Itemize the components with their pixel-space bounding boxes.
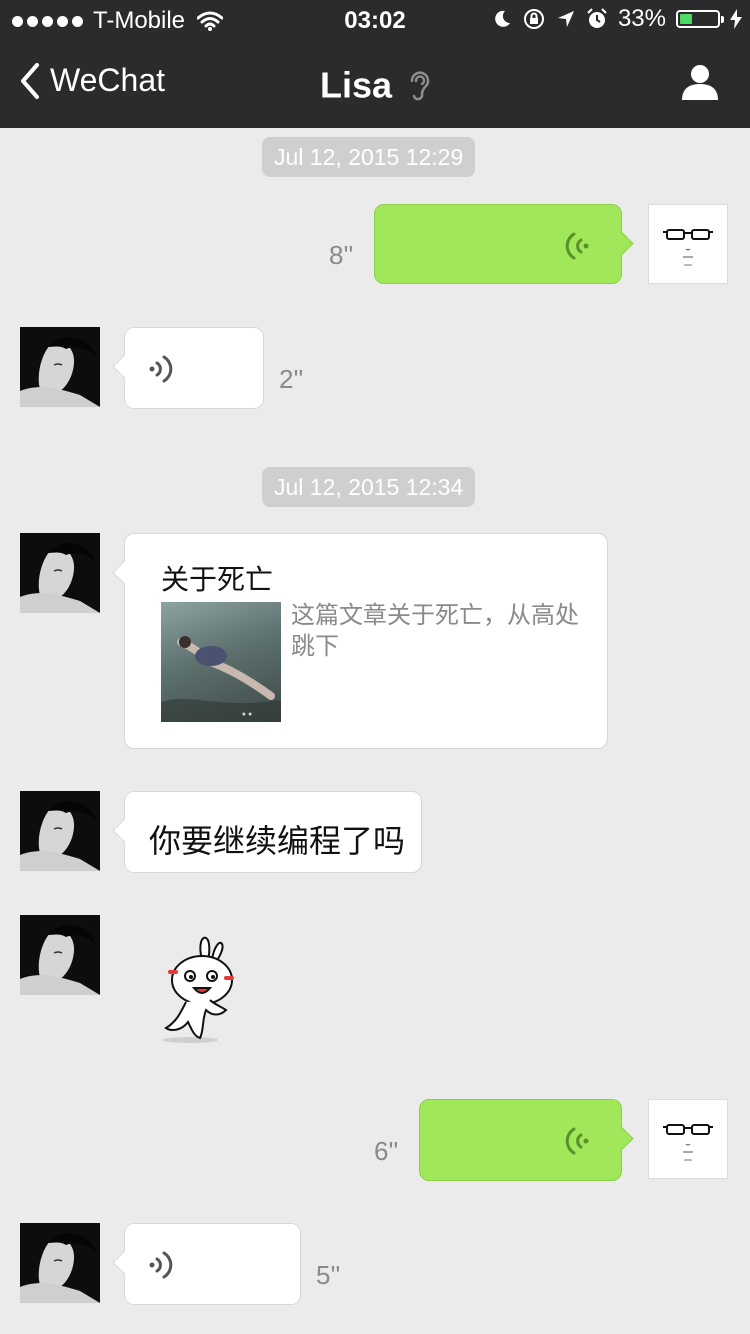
- article-description: 这篇文章关于死亡，从高处跳下: [291, 602, 579, 660]
- earpiece-icon: [410, 71, 430, 101]
- timestamp: Jul 12, 2015 12:29: [262, 137, 476, 177]
- rabbit-sticker[interactable]: [150, 930, 250, 1045]
- received-text-message[interactable]: 你要继续编程了吗: [112, 791, 422, 873]
- lisa-avatar[interactable]: [20, 533, 100, 613]
- voice-wave-icon: [565, 1127, 589, 1155]
- lisa-avatar[interactable]: [20, 915, 100, 995]
- article-card-message[interactable]: 关于死亡 ● ● 这篇文章关于死亡，从高处跳下: [112, 533, 608, 749]
- charging-bolt-icon: [730, 9, 742, 29]
- voice-duration: 8'': [329, 240, 354, 270]
- moon-icon: [495, 10, 510, 27]
- top-bar: T-Mobile 03:02 33% WeChat Lisa: [0, 0, 750, 128]
- profile-icon: [682, 65, 718, 100]
- article-thumbnail: ● ●: [161, 602, 281, 722]
- alarm-icon: [587, 8, 607, 28]
- received-voice-message[interactable]: [112, 327, 264, 409]
- portrait-icon: [20, 1223, 100, 1303]
- voice-wave-icon: [149, 1251, 173, 1279]
- sent-voice-message[interactable]: [419, 1099, 634, 1181]
- battery-icon: [676, 10, 724, 28]
- received-voice-message[interactable]: [112, 1223, 301, 1305]
- chat-title: Lisa: [319, 64, 393, 106]
- portrait-icon: [20, 327, 100, 407]
- my-avatar[interactable]: [648, 204, 728, 284]
- orientation-lock-icon: [523, 9, 544, 29]
- voice-wave-icon: [149, 355, 173, 383]
- message-text: 你要继续编程了吗: [149, 823, 406, 859]
- lisa-avatar[interactable]: [20, 327, 100, 407]
- voice-duration: 2'': [279, 364, 304, 394]
- voice-duration: 6'': [374, 1136, 399, 1166]
- floating-figure-image: ● ●: [161, 636, 281, 722]
- portrait-icon: [20, 791, 100, 871]
- voice-wave-icon: [565, 232, 589, 260]
- article-title: 关于死亡: [161, 564, 274, 595]
- status-bar: T-Mobile 03:02 33%: [0, 0, 750, 40]
- battery-percent: 33%: [617, 5, 666, 32]
- portrait-icon: [20, 915, 100, 995]
- svg-text:● ●: ● ●: [242, 711, 252, 718]
- nav-bar: WeChat Lisa: [0, 40, 750, 128]
- lisa-avatar[interactable]: [20, 791, 100, 871]
- lisa-avatar[interactable]: [20, 1223, 100, 1303]
- sent-voice-message[interactable]: [374, 204, 634, 284]
- my-avatar[interactable]: [648, 1099, 728, 1179]
- timestamp: Jul 12, 2015 12:34: [262, 467, 476, 507]
- face-sketch-icon: [663, 1124, 713, 1161]
- location-arrow-icon: [557, 11, 574, 27]
- voice-duration: 5'': [316, 1260, 341, 1290]
- portrait-icon: [20, 533, 100, 613]
- face-sketch-icon: [663, 229, 713, 266]
- profile-button[interactable]: [680, 62, 720, 107]
- rabbit-sticker-icon: [162, 936, 234, 1043]
